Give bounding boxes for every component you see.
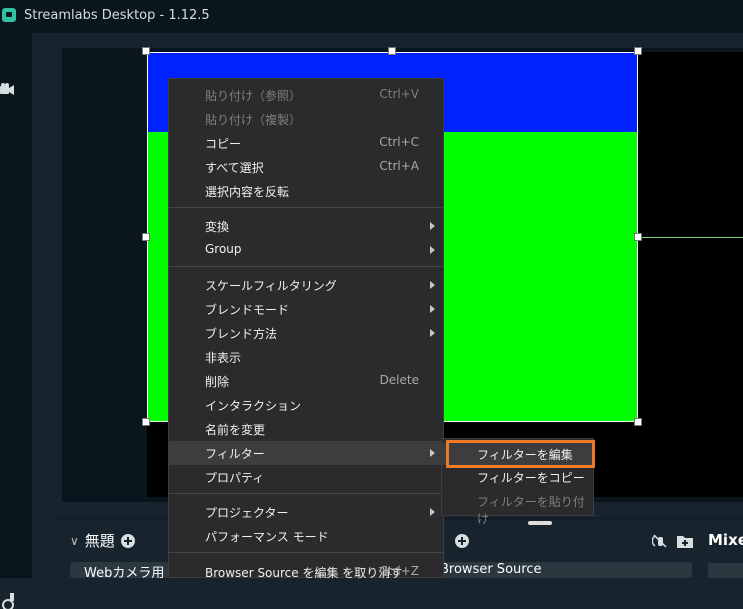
menu-item-interaction[interactable]: インタラクション (169, 393, 443, 417)
resize-handle-right[interactable] (634, 233, 642, 241)
window-title: Streamlabs Desktop - 1.12.5 (24, 8, 210, 23)
menu-item-copy[interactable]: コピー Ctrl+C (169, 131, 443, 155)
source-item[interactable]: Browser Source (430, 562, 692, 578)
menu-item-projector[interactable]: プロジェクター (169, 500, 443, 524)
menu-item-transform[interactable]: 変換 (169, 214, 443, 238)
left-nav (0, 33, 32, 609)
resize-handle-bottom-left[interactable] (142, 418, 150, 426)
chevron-right-icon (430, 508, 435, 516)
resize-handle-top-left[interactable] (142, 47, 150, 55)
folder-add-icon[interactable] (677, 534, 693, 548)
scene-item[interactable]: Webカメラ用 (70, 562, 170, 581)
camera-icon[interactable] (0, 83, 14, 95)
menu-item-hide[interactable]: 非表示 (169, 345, 443, 369)
menu-item-group[interactable]: Group (169, 238, 443, 262)
dock-separator (32, 33, 80, 578)
menu-separator (169, 266, 443, 267)
add-source-icon[interactable] (455, 534, 469, 548)
scenes-header: ∨ 無題 (70, 530, 135, 551)
chevron-down-icon[interactable]: ∨ (70, 534, 79, 548)
title-bar: Streamlabs Desktop - 1.12.5 (0, 0, 743, 33)
submenu-item-paste-filters[interactable]: フィルターを貼り付け (442, 490, 593, 526)
submenu-item-edit-filters[interactable]: フィルターを編集 (442, 443, 593, 465)
chevron-right-icon (430, 305, 435, 313)
menu-item-paste-reference[interactable]: 貼り付け（参照） Ctrl+V (169, 83, 443, 107)
menu-item-delete[interactable]: 削除 Delete (169, 369, 443, 393)
menu-separator (169, 493, 443, 494)
add-scene-icon[interactable] (120, 533, 135, 548)
mixer-strip[interactable] (708, 563, 743, 578)
context-menu: 貼り付け（参照） Ctrl+V 貼り付け（複製） コピー Ctrl+C すべて選… (168, 78, 444, 580)
resize-handle-top-right[interactable] (634, 47, 642, 55)
menu-item-blend-mode[interactable]: ブレンドモード (169, 297, 443, 321)
menu-item-invert-selection[interactable]: 選択内容を反転 (169, 179, 443, 203)
menu-separator (169, 207, 443, 208)
menu-item-undo[interactable]: Browser Source を編集 を取り消す Ctrl+Z (169, 560, 443, 584)
chevron-right-icon (430, 281, 435, 289)
guide-line (638, 237, 743, 238)
chevron-right-icon (430, 246, 435, 254)
chevron-right-icon (430, 329, 435, 337)
menu-item-properties[interactable]: プロパティ (169, 465, 443, 489)
menu-item-scale-filtering[interactable]: スケールフィルタリング (169, 273, 443, 297)
menu-item-paste-duplicate[interactable]: 貼り付け（複製） (169, 107, 443, 131)
menu-item-filters[interactable]: フィルター (169, 441, 443, 465)
submenu-item-copy-filters[interactable]: フィルターをコピー (442, 466, 593, 488)
resize-handle-top[interactable] (388, 47, 396, 55)
scene-collection-title[interactable]: 無題 (85, 530, 115, 551)
resize-handle-bottom-right[interactable] (634, 418, 642, 426)
menu-item-rename[interactable]: 名前を変更 (169, 417, 443, 441)
app-logo-icon (2, 8, 16, 22)
chevron-right-icon (430, 222, 435, 230)
menu-item-performance-mode[interactable]: パフォーマンス モード (169, 524, 443, 548)
mixer-title: Mixe (708, 531, 743, 549)
mic-off-icon[interactable] (652, 534, 668, 548)
menu-item-blend-method[interactable]: ブレンド方法 (169, 321, 443, 345)
filters-submenu: フィルターを編集 フィルターをコピー フィルターを貼り付け (441, 438, 594, 526)
link-icon[interactable] (0, 593, 16, 609)
chevron-right-icon (430, 449, 435, 457)
resize-handle-left[interactable] (142, 233, 150, 241)
menu-separator (169, 552, 443, 553)
menu-item-select-all[interactable]: すべて選択 Ctrl+A (169, 155, 443, 179)
